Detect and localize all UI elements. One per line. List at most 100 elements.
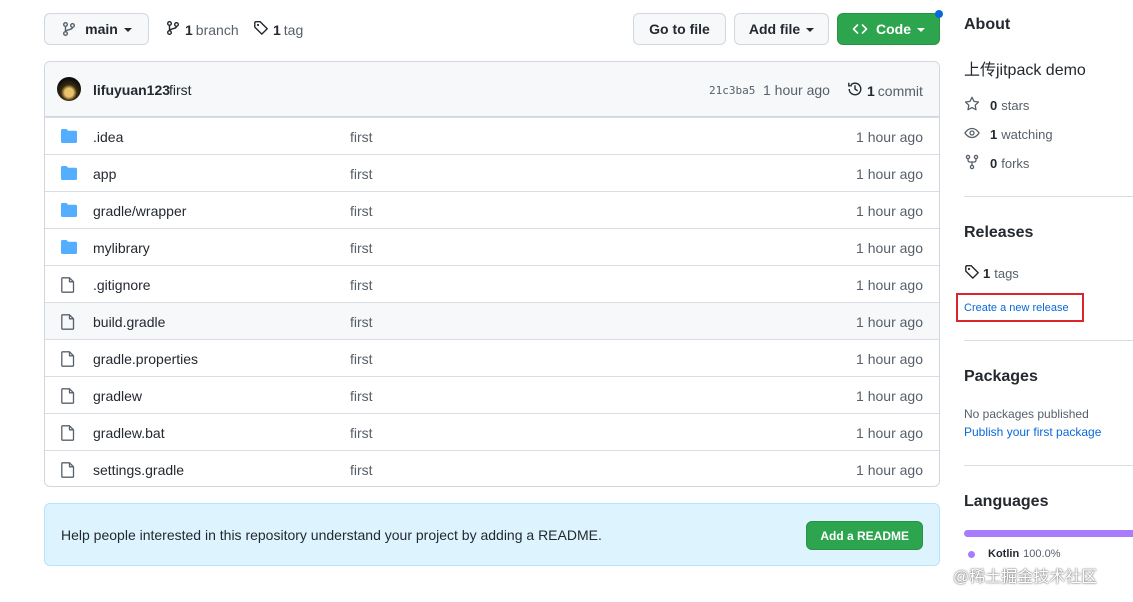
packages-empty-text: No packages published [964,407,1089,421]
commit-sha[interactable]: 21c3ba5 [709,84,755,97]
file-name[interactable]: gradlew.bat [93,425,165,441]
code-button[interactable]: Code [837,13,940,45]
tag-icon [253,20,269,39]
avatar[interactable] [57,77,81,101]
file-icon [61,351,75,370]
fork-icon [964,154,980,173]
sidebar-divider [964,340,1133,341]
commit-count-label: commit [877,82,923,99]
file-row[interactable]: build.gradle first 1 hour ago [45,302,939,339]
file-commit-message[interactable]: first [350,277,373,293]
file-age: 1 hour ago [856,462,923,478]
releases-heading[interactable]: Releases [964,224,1033,242]
folder-icon [61,240,77,257]
language-item-kotlin[interactable]: Kotlin 100.0% [968,548,1060,560]
create-release-link[interactable]: Create a new release [956,293,1084,322]
add-readme-button[interactable]: Add a README [806,521,923,550]
tag-icon [964,264,980,283]
file-commit-message[interactable]: first [350,351,373,367]
file-row[interactable]: .gitignore first 1 hour ago [45,265,939,302]
file-commit-message[interactable]: first [350,425,373,441]
file-row[interactable]: mylibrary first 1 hour ago [45,228,939,265]
chevron-down-icon [806,28,815,32]
branches-link[interactable]: 1 branch [165,20,239,39]
file-age: 1 hour ago [856,351,923,367]
file-commit-message[interactable]: first [350,166,373,182]
file-name[interactable]: gradle/wrapper [93,203,186,219]
file-row[interactable]: gradlew first 1 hour ago [45,376,939,413]
watermark: @稀土掘金技术社区 [953,569,1098,586]
file-age: 1 hour ago [856,277,923,293]
tags-link[interactable]: 1 tag [253,20,303,39]
languages-heading: Languages [964,493,1049,510]
file-icon [61,277,75,296]
file-name[interactable]: mylibrary [93,240,150,256]
file-name[interactable]: .idea [93,129,123,145]
file-name[interactable]: .gitignore [93,277,151,293]
file-age: 1 hour ago [856,240,923,256]
file-row[interactable]: gradle.properties first 1 hour ago [45,339,939,376]
commits-link[interactable]: 1 commit [847,81,923,100]
latest-commit-bar: lifuyuan123 first 21c3ba5 1 hour ago 1 c… [45,62,939,117]
file-commit-message[interactable]: first [350,240,373,256]
commit-age: 1 hour ago [763,82,830,98]
file-name[interactable]: gradlew [93,388,142,404]
stars-count: 0 [990,98,998,113]
publish-package-link[interactable]: Publish your first package [964,425,1101,439]
watching-link[interactable]: 1 watching [964,125,1053,144]
language-color-dot [968,550,975,558]
file-commit-message[interactable]: first [350,314,373,330]
file-icon [61,462,75,481]
notification-dot [935,10,943,18]
folder-icon [61,166,77,183]
folder-icon [61,129,77,146]
sidebar-divider [964,465,1133,466]
branch-select-label: main [85,21,118,37]
git-branch-icon [165,20,181,39]
star-icon [964,96,980,115]
file-name[interactable]: gradle.properties [93,351,198,367]
file-icon [61,388,75,407]
forks-label: forks [1001,156,1030,171]
file-name[interactable]: build.gradle [93,314,165,330]
file-age: 1 hour ago [856,388,923,404]
branch-select-button[interactable]: main [44,13,149,45]
file-commit-message[interactable]: first [350,462,373,478]
release-tags-count: 1 [983,266,991,281]
add-file-label: Add file [748,21,801,37]
file-age: 1 hour ago [856,425,923,441]
commit-count: 1 [867,82,875,99]
file-name[interactable]: settings.gradle [93,462,184,478]
about-heading: About [964,16,1011,33]
chevron-down-icon [123,28,132,32]
packages-heading[interactable]: Packages [964,368,1038,386]
file-icon [61,314,75,333]
file-age: 1 hour ago [856,129,923,145]
commit-author[interactable]: lifuyuan123 [93,82,170,98]
commit-message[interactable]: first [169,82,192,98]
release-tags-label: tags [994,266,1019,281]
watching-label: watching [1001,127,1053,142]
go-to-file-label: Go to file [649,21,710,37]
file-row[interactable]: settings.gradle first 1 hour ago [45,450,939,486]
file-browser: lifuyuan123 first 21c3ba5 1 hour ago 1 c… [44,61,940,487]
file-row[interactable]: .idea first 1 hour ago [45,117,939,154]
file-row[interactable]: gradlew.bat first 1 hour ago [45,413,939,450]
stars-label: stars [1001,98,1030,113]
language-bar [964,530,1133,537]
file-commit-message[interactable]: first [350,203,373,219]
file-commit-message[interactable]: first [350,388,373,404]
release-tags-link[interactable]: 1 tags [964,264,1019,283]
file-row[interactable]: gradle/wrapper first 1 hour ago [45,191,939,228]
forks-link[interactable]: 0 forks [964,154,1029,173]
file-row[interactable]: app first 1 hour ago [45,154,939,191]
file-name[interactable]: app [93,166,116,182]
go-to-file-button[interactable]: Go to file [633,13,726,45]
language-name: Kotlin [988,548,1020,560]
add-file-button[interactable]: Add file [734,13,829,45]
file-commit-message[interactable]: first [350,129,373,145]
file-age: 1 hour ago [856,166,923,182]
folder-icon [61,203,77,220]
readme-banner: Help people interested in this repositor… [44,503,940,566]
stars-link[interactable]: 0 stars [964,96,1029,115]
